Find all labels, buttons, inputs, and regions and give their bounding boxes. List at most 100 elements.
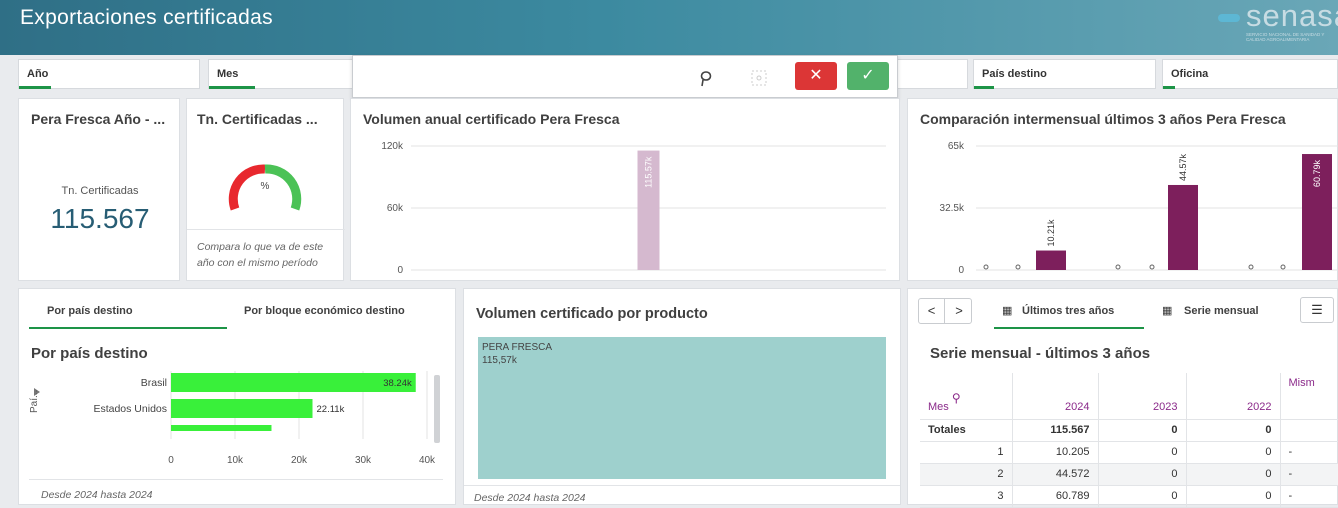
filter-mes-indicator xyxy=(209,86,255,89)
tab-serie-mensual[interactable]: Serie mensual xyxy=(1184,305,1259,317)
cancel-selection-button[interactable]: ✕ xyxy=(795,62,837,90)
tab-ultimos-tres-anios[interactable]: Últimos tres años xyxy=(1022,305,1114,317)
zero-marker xyxy=(1115,264,1121,270)
search-icon[interactable]: ⚲ xyxy=(952,391,961,405)
table-card[interactable]: < > ▦ Últimos tres años ▦ Serie mensual … xyxy=(907,288,1338,508)
x-tick-label: 40k xyxy=(419,455,436,466)
table-row[interactable]: 1 10.205 0 0 - xyxy=(920,441,1338,464)
annual-volume-card[interactable]: Volumen anual certificado Pera Fresca 0 6… xyxy=(350,98,900,281)
table-tab-active-indicator xyxy=(994,327,1144,329)
row-2022: 0 xyxy=(1186,485,1281,508)
tab-active-indicator xyxy=(29,327,227,329)
gauge-title: Tn. Certificadas ... xyxy=(197,111,318,127)
data-label: 22.11k xyxy=(317,404,345,415)
row-2024: 10.205 xyxy=(1012,441,1099,464)
treemap-tile-value: 115,57k xyxy=(482,355,517,366)
filter-pais-label: País destino xyxy=(982,68,1047,80)
row-2023: 0 xyxy=(1098,485,1187,508)
data-table: Mes ⚲ 2024 2023 2022 Mism Totales 115.56… xyxy=(920,373,1338,508)
x-tick-label: 10k xyxy=(227,455,244,466)
table-header-2024[interactable]: 2024 xyxy=(1012,373,1099,420)
table-row[interactable]: 2 44.572 0 0 - xyxy=(920,463,1338,486)
filter-oficina[interactable]: Oficina xyxy=(1162,59,1338,89)
kpi-card[interactable]: Pera Fresca Año - ... Tn. Certificadas 1… xyxy=(18,98,180,281)
table-header-2022[interactable]: 2022 xyxy=(1186,373,1281,420)
confirm-selection-button[interactable]: ✓ xyxy=(847,62,889,90)
logo-word: senasa xyxy=(1246,0,1338,33)
filter-mes[interactable]: Mes xyxy=(208,59,358,89)
country-subtitle: Por país destino xyxy=(31,345,148,362)
prev-arrow-icon[interactable]: < xyxy=(919,299,945,323)
row-mism: - xyxy=(1280,485,1338,508)
gauge-percent: % xyxy=(261,181,270,192)
app-header: Exportaciones certificadas senasa SERVIC… xyxy=(0,0,1338,55)
y-tick-label: 32.5k xyxy=(940,203,965,214)
data-label: 10.21k xyxy=(1046,219,1056,247)
gauge-note: Compara lo que va de este año con el mis… xyxy=(197,241,324,269)
next-arrow-icon[interactable]: > xyxy=(946,299,972,323)
y-tick-label: 0 xyxy=(958,265,964,276)
product-divider xyxy=(464,485,900,486)
lasso-icon[interactable] xyxy=(698,70,714,88)
tab-por-bloque[interactable]: Por bloque económico destino xyxy=(244,305,405,317)
category-label: Brasil xyxy=(141,377,167,389)
scrollbar[interactable] xyxy=(434,375,440,443)
row-mism: - xyxy=(1280,463,1338,486)
filter-pais[interactable]: País destino xyxy=(973,59,1156,89)
senasa-logo: senasa SERVICIO NACIONAL DE SANIDAD Y CA… xyxy=(1218,0,1338,55)
table-header-2023[interactable]: 2023 xyxy=(1098,373,1187,420)
totals-mism xyxy=(1280,419,1338,442)
gauge-chart: % xyxy=(228,164,302,211)
table-header-mism[interactable]: Mism xyxy=(1280,373,1338,420)
kpi-value: 115.567 xyxy=(50,203,150,234)
filter-oficina-label: Oficina xyxy=(1171,68,1209,80)
table-header-row: Mes ⚲ 2024 2023 2022 Mism xyxy=(920,373,1338,420)
tab-por-pais[interactable]: Por país destino xyxy=(47,305,133,317)
row-mism: - xyxy=(1280,441,1338,464)
totals-2023: 0 xyxy=(1098,419,1187,442)
bar xyxy=(1036,250,1066,270)
x-tick-label: 20k xyxy=(291,455,308,466)
filter-oficina-indicator xyxy=(1163,86,1175,89)
row-2023: 0 xyxy=(1098,463,1187,486)
logo-mark-icon xyxy=(1218,14,1240,22)
table-tab-icon: ▦ xyxy=(1002,305,1013,317)
filter-hidden[interactable] xyxy=(898,59,968,89)
filter-anio[interactable]: Año xyxy=(18,59,200,89)
country-card[interactable]: Por país destino Por bloque económico de… xyxy=(18,288,456,505)
product-card[interactable]: Volumen certificado por producto PERA FR… xyxy=(463,288,901,505)
table-header-mes[interactable]: Mes ⚲ xyxy=(920,373,1013,420)
x-tick-label: 30k xyxy=(355,455,372,466)
bar xyxy=(171,373,416,392)
row-2023: 0 xyxy=(1098,441,1187,464)
y-tick-label: 65k xyxy=(948,141,965,152)
zero-marker xyxy=(1149,264,1155,270)
list-menu-icon[interactable]: ☰ xyxy=(1300,297,1334,323)
y-tick-label: 120k xyxy=(381,141,404,152)
bar xyxy=(171,425,272,431)
row-mes: 2 xyxy=(920,463,1013,486)
treemap-tile[interactable]: PERA FRESCA 115,57k xyxy=(478,337,886,479)
totals-label: Totales xyxy=(920,419,1013,442)
data-label: 38.24k xyxy=(383,378,412,389)
filter-anio-label: Año xyxy=(27,68,49,80)
table-title: Serie mensual - últimos 3 años xyxy=(930,345,1151,362)
gauge-card[interactable]: Tn. Certificadas ... % Compara lo que va… xyxy=(186,98,345,281)
monthly-comparison-card[interactable]: Comparación intermensual últimos 3 años … xyxy=(907,98,1338,281)
clear-selection-icon[interactable] xyxy=(751,70,767,86)
zero-marker xyxy=(1280,264,1286,270)
data-label: 60.79k xyxy=(1312,160,1322,188)
totals-2022: 0 xyxy=(1186,419,1281,442)
table-row[interactable]: 3 60.789 0 0 - xyxy=(920,485,1338,508)
filter-pais-indicator xyxy=(974,86,994,89)
bar xyxy=(171,399,313,418)
monthly-title: Comparación intermensual últimos 3 años … xyxy=(920,111,1286,127)
category-label: Estados Unidos xyxy=(93,403,167,415)
selection-toolbar: ✕ ✓ xyxy=(352,55,898,98)
logo-subtitle: SERVICIO NACIONAL DE SANIDAD Y CALIDAD A… xyxy=(1246,32,1325,42)
country-divider xyxy=(29,479,443,480)
filter-anio-indicator xyxy=(19,86,51,89)
row-2024: 44.572 xyxy=(1012,463,1099,486)
totals-2024: 115.567 xyxy=(1012,419,1099,442)
row-mes: 3 xyxy=(920,485,1013,508)
